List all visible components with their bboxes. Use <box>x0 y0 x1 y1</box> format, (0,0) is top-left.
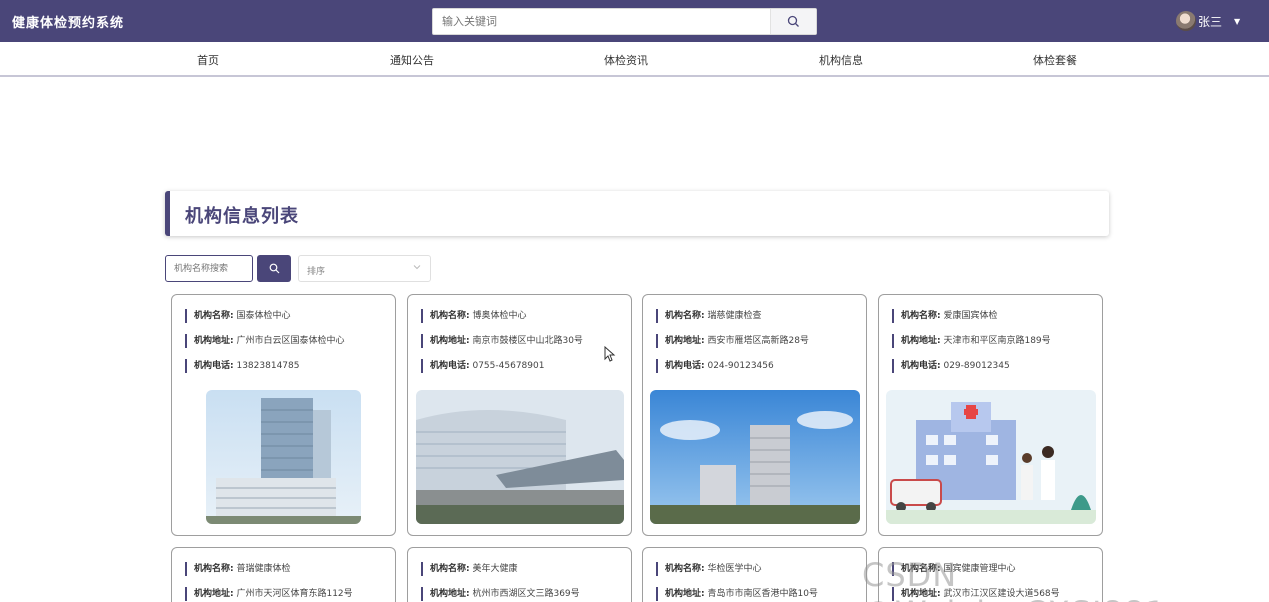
card-name-row: 机构名称: 博奥体检中心 <box>421 309 527 323</box>
card-address-row: 机构地址: 西安市雁塔区高新路28号 <box>656 334 809 348</box>
card-phone-label: 机构电话: <box>430 361 470 371</box>
user-name[interactable]: 张三 <box>1198 13 1222 30</box>
search-icon <box>269 263 279 274</box>
card-phone-row: 机构电话: 024-90123456 <box>656 359 774 373</box>
card-name-label: 机构名称: <box>430 564 470 574</box>
card-name-label: 机构名称: <box>901 311 941 321</box>
card-address: 天津市和平区南京路189号 <box>943 336 1051 346</box>
institution-image[interactable] <box>206 390 361 524</box>
global-search <box>432 8 817 35</box>
card-address: 广州市白云区国泰体检中心 <box>236 336 345 346</box>
card-address-label: 机构地址: <box>901 589 941 599</box>
card-name-label: 机构名称: <box>901 564 941 574</box>
user-menu[interactable]: 张三 ▼ <box>1176 11 1240 31</box>
card-address: 杭州市西湖区文三路369号 <box>472 589 580 599</box>
card-phone-row: 机构电话: 029-89012345 <box>892 359 1010 373</box>
card-name-row: 机构名称: 华检医学中心 <box>656 562 762 576</box>
card-name-label: 机构名称: <box>430 311 470 321</box>
nav-item-news[interactable]: 体检资讯 <box>586 52 666 68</box>
card-name: 美年大健康 <box>472 564 518 574</box>
card-name-label: 机构名称: <box>194 564 234 574</box>
global-search-button[interactable] <box>770 9 816 34</box>
institution-card[interactable]: 机构名称: 普瑞健康体检 机构地址: 广州市天河区体育东路112号 <box>171 547 396 602</box>
card-phone-label: 机构电话: <box>901 361 941 371</box>
card-name: 华检医学中心 <box>707 564 762 574</box>
nav-item-home[interactable]: 首页 <box>168 52 248 68</box>
institution-search-button[interactable] <box>257 255 291 282</box>
card-name-label: 机构名称: <box>665 564 705 574</box>
mouse-cursor-icon <box>604 346 616 362</box>
card-name-label: 机构名称: <box>194 311 234 321</box>
card-phone: 0755-45678901 <box>472 361 545 371</box>
card-phone: 024-90123456 <box>707 361 774 371</box>
page-title: 机构信息列表 <box>185 206 299 227</box>
institution-card[interactable]: 机构名称: 国泰体检中心 机构地址: 广州市白云区国泰体检中心 机构电话: 13… <box>171 294 396 536</box>
card-address: 青岛市市南区香港中路10号 <box>707 589 818 599</box>
card-address-label: 机构地址: <box>194 336 234 346</box>
sort-select-label: 排序 <box>307 267 326 277</box>
institution-image[interactable] <box>416 390 624 524</box>
institution-image[interactable] <box>886 390 1096 524</box>
card-address-row: 机构地址: 南京市鼓楼区中山北路30号 <box>421 334 583 348</box>
card-name-row: 机构名称: 国泰体检中心 <box>185 309 291 323</box>
card-address: 西安市雁塔区高新路28号 <box>707 336 809 346</box>
global-search-input[interactable] <box>433 9 771 34</box>
card-name: 爱康国宾体检 <box>943 311 998 321</box>
card-name-row: 机构名称: 普瑞健康体检 <box>185 562 291 576</box>
card-name: 普瑞健康体检 <box>236 564 291 574</box>
site-brand[interactable]: 健康体检预约系统 <box>12 12 124 31</box>
institution-image[interactable] <box>650 390 860 524</box>
card-name: 博奥体检中心 <box>472 311 527 321</box>
institution-card[interactable]: 机构名称: 美年大健康 机构地址: 杭州市西湖区文三路369号 <box>407 547 632 602</box>
card-address-label: 机构地址: <box>430 589 470 599</box>
nav-item-packages[interactable]: 体检套餐 <box>1015 52 1095 68</box>
card-name-label: 机构名称: <box>665 311 705 321</box>
nav-item-institutions[interactable]: 机构信息 <box>801 52 881 68</box>
card-name-row: 机构名称: 美年大健康 <box>421 562 518 576</box>
institution-card[interactable]: 机构名称: 博奥体检中心 机构地址: 南京市鼓楼区中山北路30号 机构电话: 0… <box>407 294 632 536</box>
card-address-row: 机构地址: 天津市和平区南京路189号 <box>892 334 1051 348</box>
card-address-row: 机构地址: 青岛市市南区香港中路10号 <box>656 587 818 601</box>
card-name-row: 机构名称: 爱康国宾体检 <box>892 309 998 323</box>
institution-card[interactable]: 机构名称: 国宾健康管理中心 机构地址: 武汉市江汉区建设大道568号 <box>878 547 1103 602</box>
card-address: 广州市天河区体育东路112号 <box>236 589 353 599</box>
institution-card[interactable]: 机构名称: 爱康国宾体检 机构地址: 天津市和平区南京路189号 机构电话: 0… <box>878 294 1103 536</box>
card-address-label: 机构地址: <box>194 589 234 599</box>
main-nav: 首页 通知公告 体检资讯 机构信息 体检套餐 <box>0 42 1269 77</box>
card-address-label: 机构地址: <box>665 336 705 346</box>
card-phone-row: 机构电话: 0755-45678901 <box>421 359 544 373</box>
card-address: 南京市鼓楼区中山北路30号 <box>472 336 583 346</box>
card-name: 国宾健康管理中心 <box>943 564 1016 574</box>
institution-name-search-input[interactable] <box>165 255 253 282</box>
top-header: 健康体检预约系统 张三 ▼ <box>0 0 1269 42</box>
card-address-label: 机构地址: <box>901 336 941 346</box>
card-name: 国泰体检中心 <box>236 311 291 321</box>
chevron-down-icon <box>413 265 421 270</box>
card-name: 瑞慈健康检查 <box>707 311 762 321</box>
card-phone: 029-89012345 <box>943 361 1010 371</box>
card-phone-label: 机构电话: <box>194 361 234 371</box>
card-address-row: 机构地址: 广州市天河区体育东路112号 <box>185 587 353 601</box>
search-icon <box>787 15 799 27</box>
caret-down-icon[interactable]: ▼ <box>1234 17 1240 26</box>
card-phone: 13823814785 <box>236 361 300 371</box>
card-address-row: 机构地址: 广州市白云区国泰体检中心 <box>185 334 345 348</box>
nav-item-notice[interactable]: 通知公告 <box>372 52 452 68</box>
card-address-row: 机构地址: 武汉市江汉区建设大道568号 <box>892 587 1060 601</box>
avatar[interactable] <box>1176 11 1196 31</box>
section-title-box: 机构信息列表 <box>165 191 1109 236</box>
card-address: 武汉市江汉区建设大道568号 <box>943 589 1060 599</box>
card-phone-label: 机构电话: <box>665 361 705 371</box>
institution-card[interactable]: 机构名称: 瑞慈健康检查 机构地址: 西安市雁塔区高新路28号 机构电话: 02… <box>642 294 867 536</box>
card-address-label: 机构地址: <box>430 336 470 346</box>
card-name-row: 机构名称: 瑞慈健康检查 <box>656 309 762 323</box>
card-address-row: 机构地址: 杭州市西湖区文三路369号 <box>421 587 580 601</box>
institution-card[interactable]: 机构名称: 华检医学中心 机构地址: 青岛市市南区香港中路10号 <box>642 547 867 602</box>
card-address-label: 机构地址: <box>665 589 705 599</box>
sort-select[interactable]: 排序 <box>298 255 431 282</box>
card-phone-row: 机构电话: 13823814785 <box>185 359 299 373</box>
card-name-row: 机构名称: 国宾健康管理中心 <box>892 562 1016 576</box>
